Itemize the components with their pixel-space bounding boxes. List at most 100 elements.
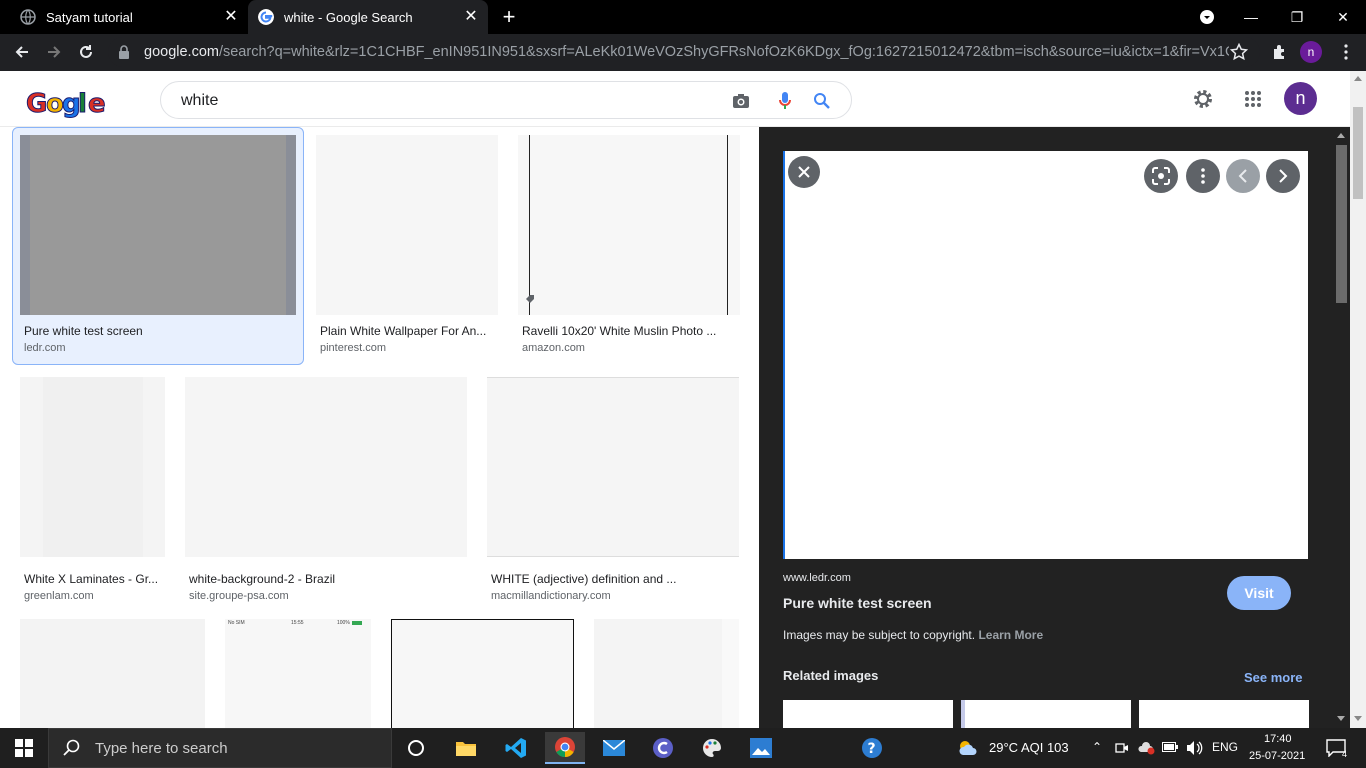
scrollbar-thumb[interactable] [1353,107,1363,199]
result-thumbnail[interactable] [20,135,296,315]
weather-icon[interactable] [957,739,979,757]
notification-center-button[interactable]: 4 [1316,732,1356,764]
help-app[interactable]: ? [852,732,892,764]
preview-image[interactable] [783,151,1308,559]
mail-app[interactable] [594,732,634,764]
chrome-app[interactable] [545,732,585,764]
account-avatar[interactable]: n [1284,82,1317,115]
scrollbar-thumb[interactable] [1336,145,1347,303]
tab-satyam-tutorial[interactable]: Satyam tutorial ✕ [0,0,248,34]
close-tab-icon[interactable]: ✕ [462,8,480,26]
result-thumbnail[interactable] [20,377,165,557]
scroll-down-arrow-icon[interactable] [1354,716,1362,721]
related-image-thumbnail[interactable] [961,700,1131,728]
close-window-button[interactable]: ✕ [1320,0,1366,34]
image-result-card[interactable]: No SIM 15:55 100% [225,619,371,728]
address-bar[interactable]: google.com/search?q=white&rlz=1C1CHBF_en… [108,37,1260,67]
preview-scrollbar[interactable] [1333,127,1350,728]
result-thumbnail[interactable] [518,135,740,315]
tab-search-button[interactable] [1184,0,1230,34]
camera-icon[interactable] [730,90,752,112]
related-image-thumbnail[interactable] [1139,700,1309,728]
preview-title[interactable]: Pure white test screen [783,595,932,611]
close-preview-button[interactable] [788,156,820,188]
weather-text[interactable]: 29°C AQI 103 [989,740,1069,755]
restore-button[interactable]: ❐ [1274,0,1320,34]
apps-grid-icon[interactable] [1239,85,1267,113]
result-source[interactable]: ledr.com [24,342,66,354]
meet-icon[interactable] [1115,741,1129,755]
photos-app[interactable] [741,732,781,764]
more-options-button[interactable] [1186,159,1220,193]
result-source[interactable]: pinterest.com [320,342,386,354]
see-more-link[interactable]: See more [1244,670,1303,685]
result-source[interactable]: site.groupe-psa.com [189,590,289,602]
start-button[interactable] [4,732,44,764]
result-title[interactable]: Pure white test screen [24,324,294,338]
onedrive-error-icon[interactable] [1138,741,1156,755]
next-image-button[interactable] [1266,159,1300,193]
image-result-card[interactable]: Plain White Wallpaper For An... pinteres… [316,135,498,360]
forward-button[interactable] [38,36,70,68]
image-result-card[interactable] [20,619,205,728]
clock-date[interactable]: 25-07-2021 [1249,750,1305,762]
previous-image-button[interactable] [1226,159,1260,193]
cortana-app[interactable] [643,732,683,764]
result-thumbnail[interactable] [20,619,205,728]
result-title[interactable]: White X Laminates - Gr... [24,572,164,586]
taskbar-search-box[interactable]: Type here to search [48,728,392,768]
result-title[interactable]: Plain White Wallpaper For An... [320,324,492,338]
menu-button[interactable] [1330,36,1362,68]
result-source[interactable]: macmillandictionary.com [491,590,611,602]
battery-icon[interactable] [1162,742,1178,752]
scroll-up-arrow-icon[interactable] [1337,133,1345,138]
chevron-up-icon[interactable]: ⌃ [1092,740,1102,754]
settings-gear-icon[interactable] [1189,85,1217,113]
lens-button[interactable] [1144,159,1178,193]
extensions-button[interactable] [1264,36,1296,68]
language-indicator[interactable]: ENG [1212,740,1238,754]
clock-time[interactable]: 17:40 [1264,733,1292,745]
reload-button[interactable] [70,36,102,68]
result-thumbnail[interactable] [316,135,498,315]
search-input[interactable]: white [181,92,218,110]
preview-domain[interactable]: www.ledr.com [783,572,851,584]
profile-button[interactable]: n [1300,41,1322,63]
search-icon[interactable] [811,90,833,112]
image-result-card[interactable]: Pure white test screen ledr.com [20,135,296,360]
result-source[interactable]: greenlam.com [24,590,94,602]
visit-button[interactable]: Visit [1227,576,1291,610]
result-thumbnail[interactable] [391,619,574,728]
close-tab-icon[interactable]: ✕ [222,8,240,26]
result-thumbnail[interactable]: No SIM 15:55 100% [225,619,371,728]
image-result-card[interactable]: white-background-2 - Brazil site.groupe-… [185,377,467,602]
task-view-button[interactable] [396,732,436,764]
image-result-card[interactable] [391,619,574,728]
file-explorer-app[interactable] [446,732,486,764]
tab-white-google-search[interactable]: white - Google Search ✕ [248,0,488,34]
result-thumbnail[interactable] [594,619,739,728]
new-tab-button[interactable]: + [494,0,524,34]
result-title[interactable]: white-background-2 - Brazil [189,572,465,586]
result-title[interactable]: Ravelli 10x20' White Muslin Photo ... [522,324,736,338]
image-result-card[interactable]: White X Laminates - Gr... greenlam.com [20,377,165,602]
search-box[interactable]: white [160,81,852,119]
related-image-thumbnail[interactable] [783,700,953,728]
microphone-icon[interactable] [774,90,796,112]
result-title[interactable]: WHITE (adjective) definition and ... [491,572,735,586]
image-result-card[interactable] [594,619,739,728]
scroll-up-arrow-icon[interactable] [1354,76,1362,81]
paint-app[interactable] [692,732,732,764]
vscode-app[interactable] [496,732,536,764]
minimize-button[interactable]: — [1228,0,1274,34]
volume-icon[interactable] [1186,740,1204,756]
scroll-down-arrow-icon[interactable] [1337,716,1345,721]
learn-more-link[interactable]: Learn More [978,628,1043,642]
result-thumbnail[interactable] [487,377,739,557]
page-scrollbar[interactable] [1350,71,1366,728]
image-result-card[interactable]: WHITE (adjective) definition and ... mac… [487,377,739,602]
image-result-card[interactable]: Ravelli 10x20' White Muslin Photo ... am… [518,135,740,360]
result-thumbnail[interactable] [185,377,467,557]
result-source[interactable]: amazon.com [522,342,585,354]
google-doodle-logo[interactable]: G o g l e [24,85,116,121]
